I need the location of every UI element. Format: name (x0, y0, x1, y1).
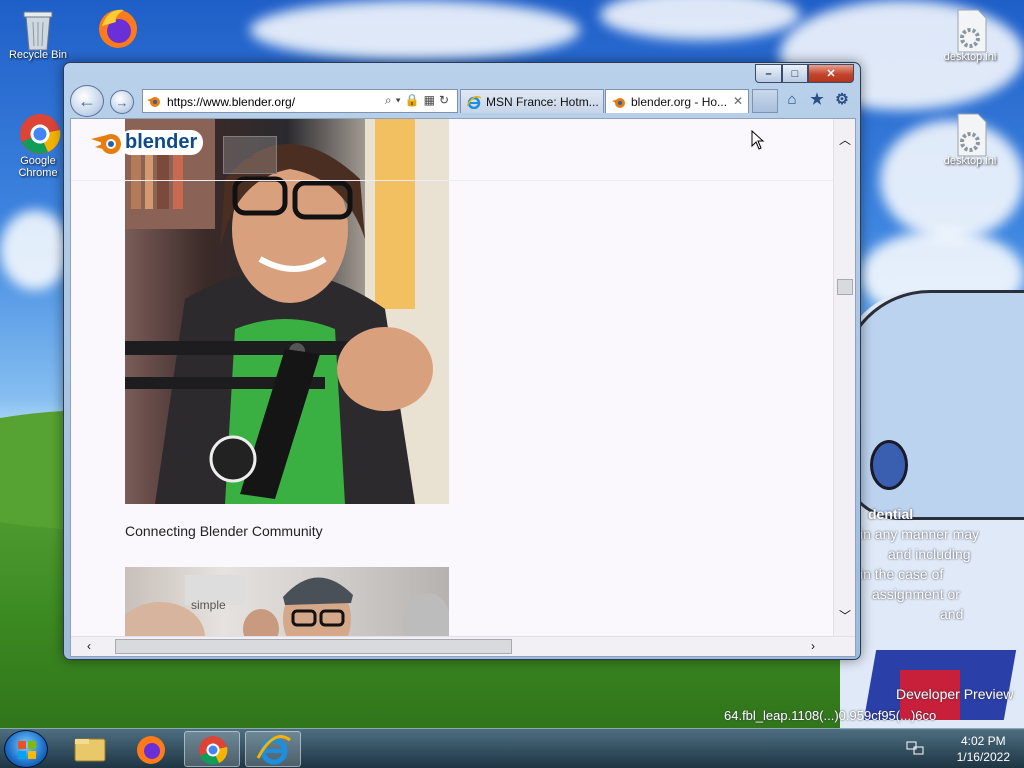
overlay-line: dential (868, 506, 914, 522)
photo2-sign-text: simple (191, 598, 226, 612)
forward-button[interactable]: → (110, 90, 134, 114)
taskbar-explorer[interactable] (62, 731, 118, 767)
caption-buttons: – □ ✕ (755, 64, 854, 84)
windows-logo-icon (18, 741, 36, 759)
desktop-icon-label: desktop.ini (943, 155, 997, 167)
tab-label: MSN France: Hotm... (486, 94, 599, 109)
second-photo: simple (125, 567, 449, 643)
clock-date: 1/16/2022 (956, 750, 1010, 764)
overlay-line: and (940, 606, 964, 622)
blender-favicon-icon (147, 94, 161, 108)
blender-favicon-icon (612, 95, 626, 109)
desktop-icon-desktop-ini[interactable]: desktop.ini (934, 112, 1006, 167)
overlay-line: 64.fbl_leap.1108(...)0.959cf95(...)6co (724, 708, 937, 723)
favorites-star-icon[interactable]: ★ (809, 91, 825, 108)
desktop-icon-desktop-ini[interactable]: desktop.ini (934, 8, 1006, 63)
close-tab-icon[interactable]: ✕ (733, 94, 743, 108)
chrome-icon (18, 112, 61, 154)
menu-button[interactable]: ≡ (223, 136, 277, 174)
system-tray: 4:02 PM 1/16/2022 (900, 729, 1024, 768)
compatibility-icon[interactable]: ▦ (424, 93, 439, 107)
blender-logo-icon (91, 127, 125, 157)
vertical-scroll-thumb[interactable] (837, 279, 853, 295)
cloud (250, 0, 580, 60)
recycle-bin-icon (18, 6, 58, 51)
horizontal-scrollbar[interactable]: ‹ › (71, 636, 855, 656)
ie-icon (466, 95, 482, 109)
minimize-button[interactable]: – (755, 64, 782, 83)
photo-caption[interactable]: Connecting Blender Community (125, 523, 323, 539)
home-icon[interactable]: ⌂ (784, 91, 800, 108)
overlay-line: in any manner may (860, 526, 980, 542)
page-viewport: blender ≡ Connecting Blender Community s… (70, 118, 856, 657)
taskbar-chrome[interactable] (184, 731, 240, 767)
start-button[interactable] (4, 730, 48, 768)
firefox-icon (96, 6, 137, 48)
address-tools: ⌕▾🔒▦↻ (385, 93, 453, 108)
clock-time: 4:02 PM (960, 734, 1006, 748)
overlay-line: assignment or (872, 586, 960, 602)
vertical-scrollbar[interactable]: ︿ ﹀ (833, 119, 855, 638)
mouse-cursor-icon (751, 129, 765, 150)
gear-icon[interactable]: ⚙ (834, 91, 850, 108)
taskbar: 4:02 PM 1/16/2022 (0, 728, 1024, 768)
explorer-icon (74, 738, 106, 762)
overlay-line: in the case of (860, 566, 944, 582)
new-tab-button[interactable] (752, 89, 778, 113)
cloud (0, 210, 70, 290)
tab-msn-france[interactable]: MSN France: Hotm... (460, 89, 604, 113)
blender-logo[interactable]: blender (91, 125, 204, 159)
desktop-icon-recycle-bin[interactable]: Recycle Bin (2, 6, 74, 61)
scroll-down-icon[interactable]: ﹀ (839, 607, 851, 624)
desktop-icon-label: Recycle Bin (8, 49, 68, 61)
address-bar[interactable]: https://www.blender.org/ ⌕▾🔒▦↻ (142, 89, 458, 113)
figure-eye (870, 440, 908, 490)
address-url: https://www.blender.org/ (167, 95, 296, 109)
logo-wordmark: blender (119, 129, 204, 155)
refresh-icon[interactable]: ↻ (439, 93, 453, 107)
close-button[interactable]: ✕ (808, 64, 854, 83)
settings-file-icon (950, 8, 990, 53)
taskbar-firefox[interactable] (123, 731, 179, 767)
firefox-icon (137, 736, 165, 764)
horizontal-scroll-thumb[interactable] (115, 639, 512, 654)
figure-hair (840, 290, 1024, 520)
forward-arrow-icon: → (115, 94, 129, 110)
desktop-icon-firefox[interactable] (80, 6, 152, 49)
scroll-left-icon[interactable]: ‹ (87, 639, 91, 653)
desktop-icon-label: desktop.ini (943, 51, 997, 63)
settings-file-icon (950, 112, 990, 157)
scroll-right-icon[interactable]: › (811, 639, 815, 653)
tab-label: blender.org - Ho... (631, 94, 728, 109)
clock[interactable]: 4:02 PM 1/16/2022 (957, 733, 1010, 765)
navigation-bar: ← → https://www.blender.org/ ⌕▾🔒▦↻ MSN F… (70, 85, 856, 117)
site-header: blender ≡ (71, 119, 835, 181)
tab-blender[interactable]: blender.org - Ho... ✕ (605, 89, 749, 113)
search-icon[interactable]: ⌕ (385, 93, 396, 107)
scroll-up-icon[interactable]: ︿ (839, 131, 851, 148)
back-arrow-icon: ← (78, 90, 96, 111)
overlay-line: Developer Preview (896, 686, 1014, 702)
taskbar-ie[interactable] (245, 731, 301, 767)
overlay-line: and including (888, 546, 971, 562)
hamburger-icon: ≡ (245, 147, 255, 163)
ie-window: – □ ✕ ← → https://www.blender.org/ ⌕▾🔒▦↻… (63, 62, 861, 660)
network-icon[interactable] (906, 740, 924, 759)
ie-icon (256, 735, 291, 765)
lock-icon[interactable]: 🔒 (405, 93, 424, 107)
maximize-button[interactable]: □ (782, 64, 808, 83)
desktop-icon-label: Google Chrome (18, 155, 58, 179)
cloud (600, 0, 800, 40)
dropdown-icon[interactable]: ▾ (396, 93, 405, 107)
chrome-icon (199, 736, 228, 765)
command-icons: ⌂ ★ ⚙ (784, 91, 850, 109)
back-button[interactable]: ← (70, 85, 104, 117)
